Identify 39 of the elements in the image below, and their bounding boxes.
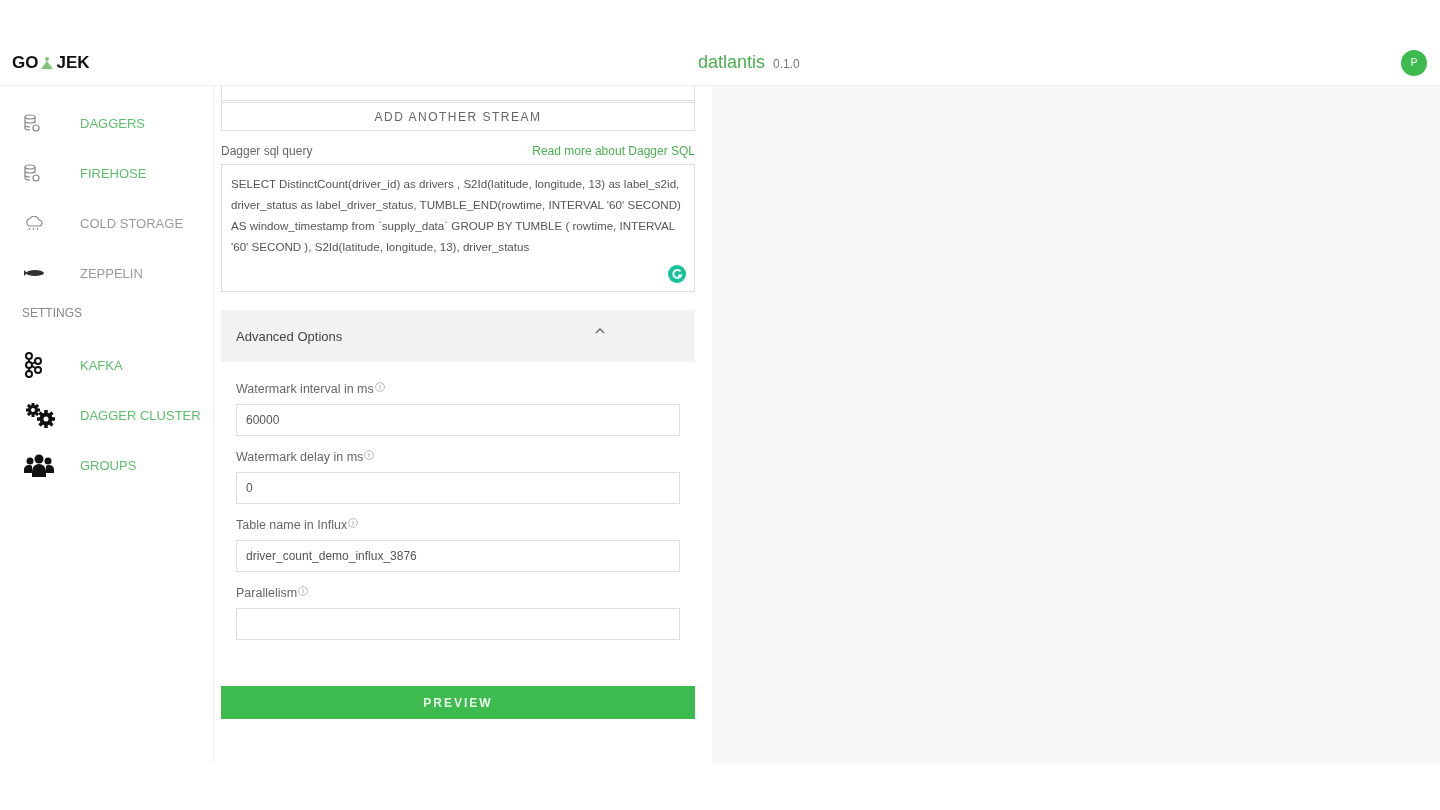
field-label: Watermark delay in ms — [236, 450, 364, 464]
advanced-options-header[interactable]: Advanced Options — [221, 310, 695, 362]
info-icon — [348, 518, 359, 528]
info-icon — [298, 586, 309, 596]
logo-text: JEK — [56, 52, 90, 73]
query-textarea[interactable]: SELECT DistinctCount(driver_id) as drivers , S2Id(latitude, longitude, 13) as label_s2id, driver_status as label_driver_status, TUMBLE_END(rowtime, INTERVAL '60' SECOND) AS window_timestamp from `supply_data` GROUP BY TUMBLE ( rowtime, INTERVAL '60' SECOND ), S2Id(latitude, longitude, 13), driver_status — [221, 164, 695, 292]
info-icon — [374, 382, 385, 392]
gears-icon — [24, 402, 56, 428]
text-field[interactable]: 0 — [236, 472, 680, 504]
app-title: datlantis — [698, 52, 766, 73]
field-label: Table name in Influx — [236, 518, 348, 532]
field-label: Dagger sql query — [221, 144, 313, 158]
airship-icon — [24, 269, 46, 277]
database-icon — [24, 164, 40, 182]
field-label: Watermark interval in ms — [236, 382, 374, 396]
sidebar-item[interactable]: FIREHOSE — [0, 148, 213, 198]
logo-icon — [39, 54, 56, 71]
user-avatar[interactable]: P — [1401, 49, 1427, 76]
input-field[interactable] — [221, 86, 695, 101]
docs-link[interactable]: Read more about Dagger SQL — [532, 144, 695, 158]
preview-button[interactable]: PREVIEW — [221, 686, 695, 719]
text-field[interactable]: driver_count_demo_influx_3876 — [236, 540, 680, 572]
group-icon — [24, 453, 54, 477]
sidebar-item[interactable]: DAGGERS — [0, 98, 213, 148]
info-icon — [364, 450, 375, 460]
sidebar-item[interactable]: DAGGER CLUSTER — [0, 390, 213, 440]
sidebar-item[interactable]: GROUPS — [0, 440, 213, 490]
database-icon — [24, 114, 40, 132]
cloud-icon — [24, 216, 44, 230]
version-label: 0.1.0 — [773, 57, 800, 71]
text-field[interactable]: 60000 — [236, 404, 680, 436]
kafka-icon — [24, 352, 42, 378]
logo-text: GO — [12, 52, 39, 73]
add-stream-button[interactable]: ADD ANOTHER STREAM — [221, 102, 695, 131]
text-field[interactable] — [236, 608, 680, 640]
chevron-icon — [595, 328, 605, 334]
field-label: Parallelism — [236, 586, 298, 600]
sidebar-item[interactable]: KAFKA — [0, 340, 213, 390]
section-heading: SETTINGS — [21, 305, 83, 322]
